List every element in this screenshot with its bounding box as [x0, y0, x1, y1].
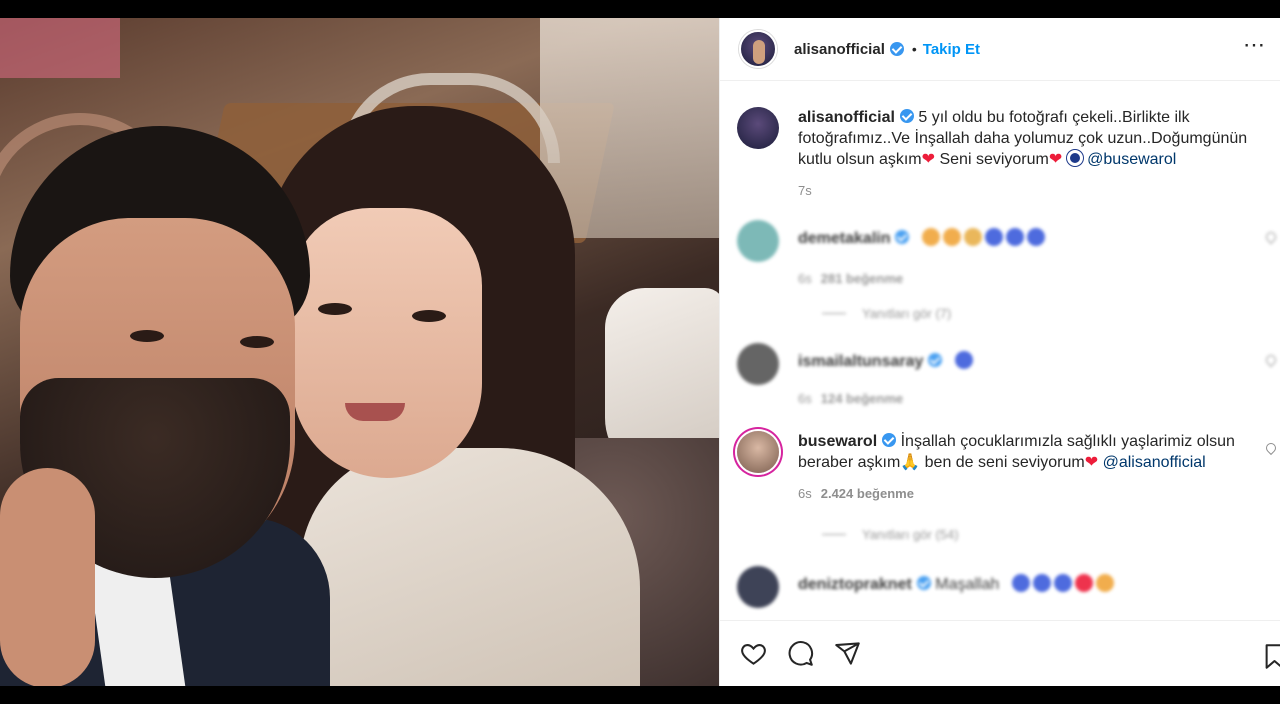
- comment-text: busewarol İnşallah çocuklarımızla sağlık…: [798, 431, 1268, 473]
- caption-username[interactable]: alisanofficial: [798, 109, 895, 126]
- comment-text: ismailaltunsaray: [798, 343, 1268, 385]
- comment-meta: 6s 281 beğenme: [798, 271, 1280, 286]
- comment-row: deniztopraknet Maşallah: [737, 566, 1280, 608]
- comment-username[interactable]: ismailaltunsaray: [798, 353, 923, 370]
- author-avatar[interactable]: [739, 30, 777, 68]
- heart-emoji-icon: ❤: [921, 151, 936, 168]
- hand: [0, 468, 95, 686]
- emoji-icon: [963, 228, 982, 246]
- view-replies[interactable]: Yanıtları gör (7): [822, 306, 1280, 321]
- emoji-group: [954, 351, 973, 369]
- follow-button[interactable]: Takip Et: [923, 41, 980, 58]
- comment-item: ismailaltunsaray 6s 124 beğenme: [737, 343, 1280, 406]
- comment-text: deniztopraknet Maşallah: [798, 566, 1268, 608]
- verified-badge-icon: [889, 42, 904, 56]
- replies-line: [822, 534, 846, 535]
- woman-mouth: [345, 403, 405, 421]
- like-count[interactable]: 2.424 beğenme: [821, 486, 914, 501]
- post-action-bar: [720, 620, 1280, 686]
- more-options-icon[interactable]: ⋯: [1243, 34, 1266, 56]
- caption-time: 7s: [798, 183, 1280, 198]
- comment-icon[interactable]: [787, 640, 814, 667]
- commenter-avatar[interactable]: [737, 220, 779, 262]
- emoji-group: [921, 228, 1045, 246]
- post-header: alisanofficial • Takip Et ⋯: [720, 18, 1280, 81]
- author-username[interactable]: alisanofficial: [794, 41, 885, 58]
- verified-badge-icon: [899, 109, 914, 123]
- instagram-post-modal: alisanofficial • Takip Et ⋯ alisanoffici…: [0, 18, 1280, 686]
- comment-item: busewarol İnşallah çocuklarımızla sağlık…: [737, 431, 1280, 542]
- post-photo[interactable]: [0, 18, 719, 686]
- commenter-avatar[interactable]: [737, 343, 779, 385]
- timestamp: 6s: [798, 271, 812, 286]
- comment-item: deniztopraknet Maşallah: [737, 566, 1280, 608]
- heart-emoji-icon: ❤: [1084, 454, 1099, 471]
- comment-body: Maşallah: [935, 576, 1000, 593]
- caption-text: alisanofficial 5 yıl oldu bu fotoğrafı ç…: [798, 107, 1268, 170]
- author-avatar[interactable]: [737, 107, 779, 149]
- pray-emoji-icon: 🙏: [900, 454, 921, 471]
- emoji-icon: [921, 228, 940, 246]
- emoji-icon: [1026, 228, 1045, 246]
- comment-meta: 6s 124 beğenme: [798, 391, 1280, 406]
- emoji-group: [1011, 574, 1114, 592]
- background-decor: [0, 18, 120, 78]
- replies-line: [822, 313, 846, 314]
- comment-row: busewarol İnşallah çocuklarımızla sağlık…: [737, 431, 1280, 473]
- verified-badge-icon: [882, 433, 897, 447]
- post-side-panel: alisanofficial • Takip Et ⋯ alisanoffici…: [719, 18, 1280, 686]
- comment-item: demetakalin 6s 281 beğenme Yanıtları gör…: [737, 220, 1280, 321]
- verified-badge-icon: [895, 230, 910, 244]
- woman-eye: [412, 310, 446, 322]
- timestamp: 6s: [798, 391, 812, 406]
- emoji-icon: [1032, 574, 1051, 592]
- comment-text: demetakalin: [798, 220, 1268, 262]
- verified-badge-icon: [928, 353, 943, 367]
- woman-eye: [318, 303, 352, 315]
- post-caption: alisanofficial 5 yıl oldu bu fotoğrafı ç…: [737, 107, 1280, 170]
- mention-link[interactable]: @alisanofficial: [1103, 454, 1206, 471]
- emoji-icon: [954, 351, 973, 369]
- timestamp: 7s: [798, 183, 812, 198]
- separator-dot: •: [911, 41, 917, 57]
- view-replies[interactable]: Yanıtları gör (54): [822, 527, 1280, 542]
- emoji-icon: [942, 228, 961, 246]
- woman-face: [292, 208, 482, 478]
- woman-sweater: [300, 448, 640, 686]
- commenter-avatar[interactable]: [737, 431, 779, 473]
- emoji-icon: [1005, 228, 1024, 246]
- comment-body-2: ben de seni seviyorum: [924, 454, 1085, 471]
- like-count[interactable]: 124 beğenme: [821, 391, 903, 406]
- like-heart-icon[interactable]: [740, 640, 767, 667]
- comment-username[interactable]: demetakalin: [798, 230, 890, 247]
- emoji-icon: [1095, 574, 1114, 592]
- commenter-avatar[interactable]: [737, 566, 779, 608]
- comment-username[interactable]: deniztopraknet: [798, 576, 912, 593]
- share-icon[interactable]: [834, 640, 861, 667]
- comments-list[interactable]: alisanofficial 5 yıl oldu bu fotoğrafı ç…: [720, 82, 1280, 620]
- emoji-icon: [1011, 574, 1030, 592]
- mention-link[interactable]: @busewarol: [1087, 151, 1176, 168]
- save-bookmark-icon[interactable]: [1261, 643, 1280, 670]
- emoji-icon: [1053, 574, 1072, 592]
- comment-meta: 6s 2.424 beğenme: [798, 486, 1280, 501]
- view-replies-label[interactable]: Yanıtları gör (54): [862, 527, 959, 542]
- view-replies-label[interactable]: Yanıtları gör (7): [862, 306, 951, 321]
- timestamp: 6s: [798, 486, 812, 501]
- comment-username[interactable]: busewarol: [798, 433, 877, 450]
- comment-row: demetakalin: [737, 220, 1280, 262]
- nazar-emoji-icon: [1066, 150, 1083, 166]
- man-eye: [240, 336, 274, 348]
- like-count[interactable]: 281 beğenme: [821, 271, 903, 286]
- verified-badge-icon: [916, 576, 931, 590]
- man-eye: [130, 330, 164, 342]
- background-window: [540, 18, 719, 238]
- caption-body-2: Seni seviyorum: [939, 151, 1049, 168]
- emoji-icon: [1074, 574, 1093, 592]
- emoji-icon: [984, 228, 1003, 246]
- comment-row: ismailaltunsaray: [737, 343, 1280, 385]
- heart-emoji-icon: ❤: [1048, 151, 1063, 168]
